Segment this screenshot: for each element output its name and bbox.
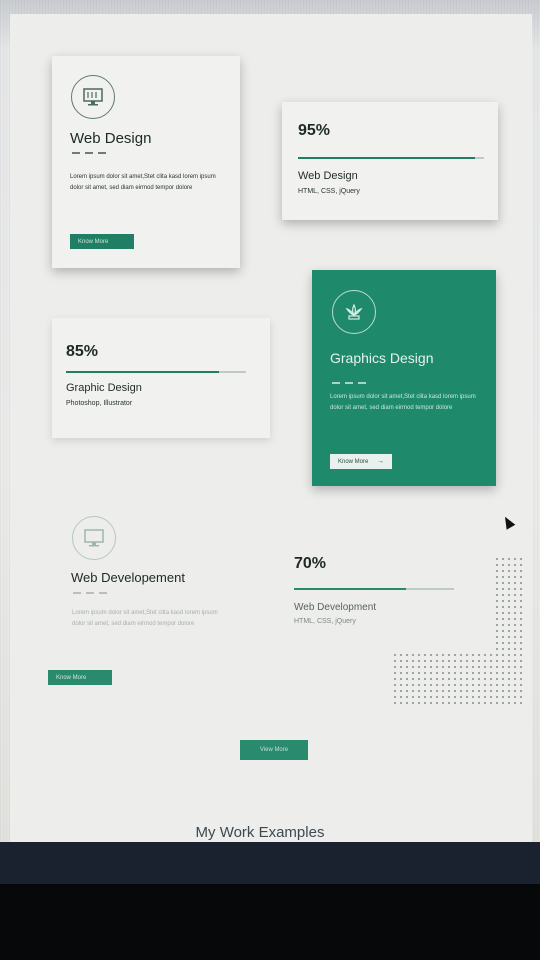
skill-progress-bar — [66, 371, 246, 373]
skill-name: Web Development — [294, 602, 377, 613]
service-description: Lorem ipsum dolor sit amet,Stet clita ka… — [70, 174, 216, 191]
skill-percent: 85% — [66, 343, 99, 360]
arrow-right-icon: → — [377, 458, 384, 465]
service-description: Lorem ipsum dolor sit amet,Stet clita ka… — [72, 610, 218, 627]
service-description: Lorem ipsum dolor sit amet,Stet clita ka… — [330, 394, 476, 411]
section-heading: My Work Examples — [195, 824, 325, 841]
button-label: Know More — [78, 238, 109, 245]
skill-card-web-development: 70% Web Development HTML, CSS, jQuery — [280, 550, 460, 640]
dot-pattern-decoration — [392, 652, 502, 708]
monitor-icon — [71, 75, 115, 119]
button-label: View More — [259, 747, 289, 753]
skill-tools: HTML, CSS, jQuery — [294, 618, 356, 625]
skill-percent: 70% — [294, 555, 327, 572]
title-divider — [72, 152, 106, 154]
service-title: Graphics Design — [330, 350, 434, 366]
monitor-icon — [72, 516, 116, 560]
button-label: Know More — [56, 674, 87, 681]
skill-tools: Photoshop, Illustrator — [66, 400, 133, 407]
flower-icon — [332, 290, 376, 334]
service-title: Web Design — [70, 130, 152, 147]
know-more-button[interactable]: Know More — [48, 670, 112, 685]
skill-progress-fill — [294, 588, 406, 590]
skill-percent: 95% — [298, 122, 331, 139]
monitor-base — [0, 884, 540, 960]
know-more-button[interactable]: Know More — [70, 234, 134, 249]
page: Web Design Lorem ipsum dolor sit amet,St… — [10, 14, 532, 842]
screen: Web Design Lorem ipsum dolor sit amet,St… — [0, 0, 540, 842]
skill-card-web-design: 95% Web Design HTML, CSS, jQuery — [282, 102, 498, 220]
view-more-button[interactable]: View More — [240, 740, 308, 760]
monitor-bezel — [0, 842, 540, 884]
skill-progress-fill — [66, 371, 219, 373]
service-card-web-development: Web Developement Lorem ipsum dolor sit a… — [52, 514, 242, 664]
title-divider — [73, 592, 107, 594]
service-card-web-design: Web Design Lorem ipsum dolor sit amet,St… — [52, 56, 240, 268]
skill-progress-bar — [298, 157, 484, 159]
skill-name: Graphic Design — [66, 382, 142, 394]
skill-card-graphic-design: 85% Graphic Design Photoshop, Illustrato… — [52, 318, 270, 438]
title-divider — [332, 382, 366, 384]
skill-tools: HTML, CSS, jQuery — [298, 188, 360, 195]
know-more-button[interactable]: Know More → — [330, 454, 392, 469]
skill-progress-bar — [294, 588, 454, 590]
skill-progress-fill — [298, 157, 475, 159]
service-title: Web Developement — [71, 570, 185, 585]
skill-name: Web Design — [298, 170, 358, 182]
service-card-graphics-design: Graphics Design Lorem ipsum dolor sit am… — [312, 270, 496, 486]
button-label: Know More — [338, 458, 369, 465]
